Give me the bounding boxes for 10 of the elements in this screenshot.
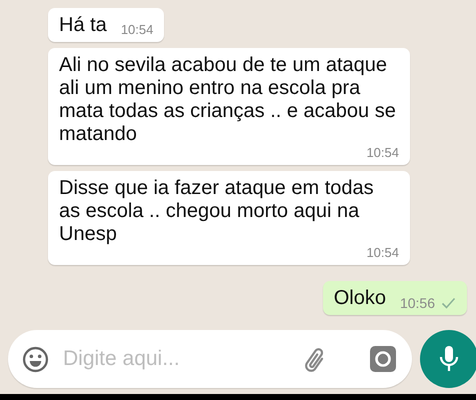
message-time: 10:54 <box>120 23 154 37</box>
message-time: 10:54 <box>366 246 399 260</box>
message-time: 10:56 <box>400 296 435 310</box>
message-field[interactable]: Digite aqui... <box>8 330 412 388</box>
message-text: Oloko <box>334 287 386 310</box>
message-time: 10:54 <box>366 146 399 160</box>
message-text: Há ta <box>59 14 107 37</box>
message-input[interactable]: Digite aqui... <box>61 346 288 372</box>
message-text: Ali no sevila acabou de te um ataque ali um menino entro na escola pra mata todas as crianças .. e acabou se matando <box>59 54 397 146</box>
message-text: Disse que ia fazer ataque em todas as escola .. chegou morto aqui na Unesp <box>59 177 375 246</box>
